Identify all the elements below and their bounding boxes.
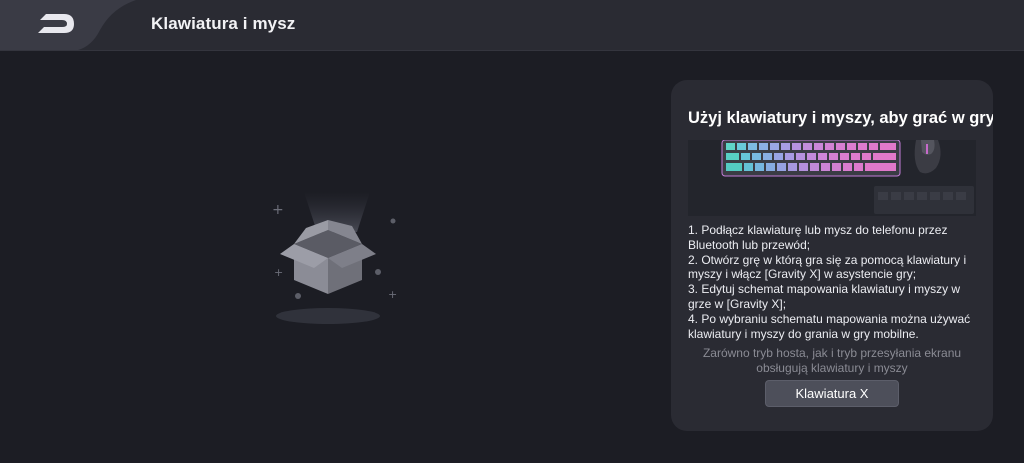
card-title: Użyj klawiatury i myszy, aby grać w gry: [688, 109, 993, 127]
back-button[interactable]: [0, 0, 136, 50]
svg-text:+: +: [274, 266, 283, 279]
support-note: Zarówno tryb hosta, jak i tryb przesyłan…: [702, 346, 962, 375]
step-1: 1. Podłącz klawiaturę lub mysz do telefo…: [688, 223, 948, 252]
svg-text:+: +: [388, 288, 397, 301]
page-title: Klawiatura i mysz: [151, 14, 296, 33]
keyboard-mouse-illustration: [688, 140, 976, 216]
keyboard-x-button[interactable]: Klawiatura X: [765, 380, 899, 407]
back-logo-icon: [0, 0, 136, 50]
step-4: 4. Po wybraniu schematu mapowania można …: [688, 311, 971, 341]
step-3: 3. Edytuj schemat mapowania klawiatury i…: [688, 282, 961, 311]
svg-text:+: +: [272, 202, 284, 218]
step-2: 2. Otwórz grę w którą gra się za pomocą …: [688, 252, 967, 282]
top-bar: Klawiatura i mysz: [0, 0, 1024, 51]
instruction-steps: 1. Podłącz klawiaturę lub mysz do telefo…: [688, 223, 980, 341]
open-box-icon: + + +: [262, 190, 412, 330]
info-card: Użyj klawiatury i myszy, aby grać w gry: [671, 80, 993, 431]
